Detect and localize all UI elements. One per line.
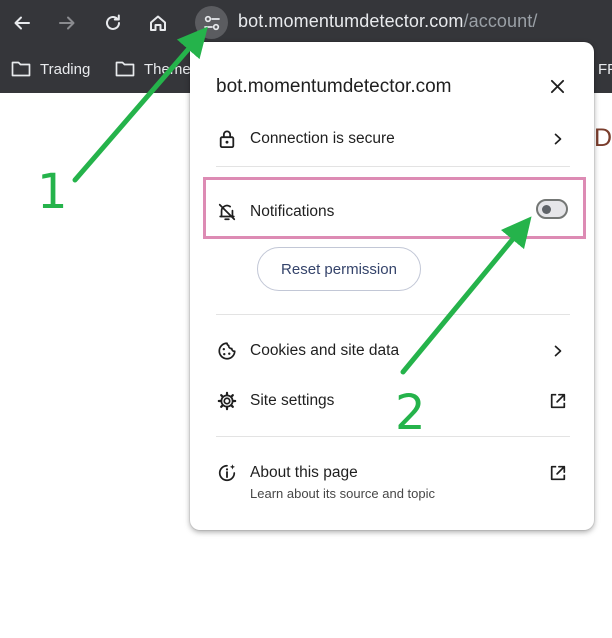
chevron-right-icon — [548, 129, 568, 149]
about-label: About this page — [250, 464, 358, 481]
highlight-box — [203, 177, 586, 239]
cookies-label: Cookies and site data — [250, 342, 400, 359]
close-icon — [550, 79, 564, 93]
site-info-button[interactable] — [195, 6, 228, 39]
popup-title: bot.momentumdetector.com — [216, 76, 452, 97]
gear-icon — [216, 390, 238, 412]
url-host: bot.momentumdetector.com — [238, 11, 464, 31]
folder-icon — [11, 61, 31, 77]
reload-icon — [106, 14, 120, 30]
connection-row[interactable]: Connection is secure — [190, 119, 594, 159]
back-button[interactable] — [9, 10, 35, 36]
about-sublabel: Learn about its source and topic — [250, 486, 436, 501]
reset-permission-button[interactable]: Reset permission — [257, 247, 421, 291]
open-in-new-icon — [548, 463, 568, 483]
site-settings-label: Site settings — [250, 392, 335, 409]
close-button[interactable] — [546, 75, 568, 97]
divider — [216, 436, 570, 437]
connection-label: Connection is secure — [250, 130, 395, 147]
annotation-step-2: 2 — [395, 385, 426, 441]
url-path: /account/ — [463, 11, 538, 31]
lock-icon — [216, 128, 238, 150]
forward-button[interactable] — [54, 10, 80, 36]
cookie-icon — [216, 340, 238, 362]
divider — [216, 314, 570, 315]
bookmark-label: FF — [598, 60, 612, 78]
folder-icon — [115, 61, 135, 77]
cookies-row[interactable]: Cookies and site data — [190, 331, 594, 371]
annotation-step-1: 1 — [37, 164, 68, 220]
address-bar[interactable]: bot.momentumdetector.com/account/ — [238, 11, 537, 32]
bookmark-label: Trading — [40, 60, 91, 78]
info-sparkle-icon — [216, 462, 238, 484]
browser-toolbar: bot.momentumdetector.com/account/ — [0, 0, 612, 46]
site-info-popup: bot.momentumdetector.com Connection is s… — [190, 42, 594, 530]
bookmark-label: Theme — [144, 60, 191, 78]
tune-icon — [203, 15, 220, 30]
bookmark-ff[interactable]: FF — [598, 58, 612, 80]
home-icon — [150, 15, 166, 31]
bookmark-folder-theme[interactable]: Theme — [115, 58, 191, 80]
reload-button[interactable] — [100, 10, 126, 36]
forward-arrow-icon — [59, 16, 75, 30]
page-heading-fragment: D — [594, 124, 612, 152]
about-row[interactable]: About this page Learn about its source a… — [190, 453, 594, 509]
open-in-new-icon — [548, 391, 568, 411]
chevron-right-icon — [548, 341, 568, 361]
divider — [216, 166, 570, 167]
home-button[interactable] — [145, 10, 171, 36]
back-arrow-icon — [14, 16, 30, 30]
bookmark-folder-trading[interactable]: Trading — [11, 58, 90, 80]
site-settings-row[interactable]: Site settings — [190, 381, 594, 421]
